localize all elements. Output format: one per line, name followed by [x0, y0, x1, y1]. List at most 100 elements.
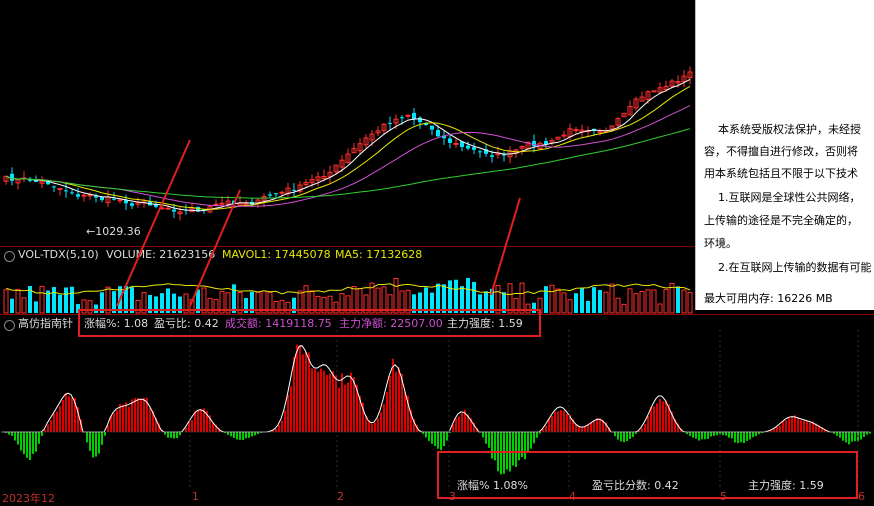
candle-body [561, 134, 567, 137]
volume-bar [70, 286, 74, 313]
indicator-bar [377, 418, 379, 432]
indicator-bar [428, 432, 430, 441]
indicator-bar [809, 422, 811, 432]
disclaimer-line-6: 环境。 [704, 237, 737, 250]
indicator-bar [29, 432, 31, 461]
indicator-bar [563, 410, 565, 432]
indicator-bar [89, 432, 91, 451]
candle-body [430, 125, 434, 130]
indicator-bar [317, 371, 319, 432]
candle-body [159, 207, 165, 210]
indicator-bar [440, 432, 442, 451]
indicator-bar [455, 418, 457, 432]
indicator-bar [737, 432, 739, 444]
indicator-bar [725, 432, 727, 436]
indicator-bar [50, 420, 52, 432]
indicator-bar [299, 344, 301, 432]
candle-body [436, 130, 440, 137]
disclaimer-dialog[interactable]: 本系统受版权法保护，未经授 容，不得擅自进行修改，否则将 用本系统包括且不限于以… [695, 0, 874, 310]
indicator-bar [530, 432, 532, 449]
volume-bar [561, 292, 567, 314]
indicator-bar [662, 401, 664, 432]
disclaimer-line-7: 2.在互联网上传输的数据有可能 [718, 261, 872, 274]
indicator-bar [11, 432, 13, 436]
indicator-bar [278, 425, 280, 432]
header-highlight-box [78, 309, 541, 337]
indicator-bar [545, 425, 547, 432]
indicator-bar [842, 432, 844, 441]
candle-body [112, 198, 116, 200]
bottom-zf: 涨幅% 1.08% [457, 479, 528, 492]
indicator-bar [752, 432, 754, 438]
indicator-bar [41, 432, 43, 436]
indicator-bar [311, 368, 313, 432]
indicator-bar [302, 354, 304, 432]
indicator-bar [149, 407, 151, 432]
indicator-bar [365, 416, 367, 432]
moving-average-line [5, 78, 691, 212]
bottom-zlqd: 主力强度: 1.59 [748, 479, 824, 492]
candle-body [478, 151, 482, 153]
indicator-bar [692, 432, 694, 438]
indicator-bar [458, 416, 460, 432]
indicator-bar [314, 369, 316, 432]
candle-body [453, 142, 459, 145]
indicator-bar [326, 375, 328, 432]
indicator-name[interactable]: 高仿指南针 [18, 317, 73, 331]
indicator-bar [698, 432, 700, 441]
indicator-bar [404, 392, 406, 432]
indicator-bar [704, 432, 706, 440]
volume-bar [663, 288, 669, 314]
indicator-bar [836, 432, 838, 436]
volume-bar [466, 277, 470, 313]
indicator-bar [533, 432, 535, 444]
indicator-bar [17, 432, 19, 445]
indicator-bar [398, 367, 400, 432]
indicator-bar [536, 432, 538, 438]
indicator-bar [560, 409, 562, 432]
indicator-bar [95, 432, 97, 457]
candle-body [466, 145, 470, 149]
indicator-bar [131, 399, 133, 432]
indicator-bar [92, 432, 94, 458]
indicator-bar [110, 416, 112, 432]
indicator-bar [431, 432, 433, 444]
indicator-bar [191, 420, 193, 432]
indicator-bar [728, 432, 730, 438]
indicator-bar [656, 403, 658, 432]
disclaimer-line-4: 1.互联网是全球性公共网络， [718, 191, 861, 204]
indicator-bar [56, 411, 58, 432]
candle-body [100, 197, 104, 201]
indicator-bar [437, 432, 439, 449]
indicator-bar [485, 432, 487, 444]
indicator-bar [44, 429, 46, 432]
indicator-bar [527, 432, 529, 453]
volume-ma-line [5, 283, 691, 296]
indicator-bar [98, 432, 100, 454]
indicator-bar [338, 387, 340, 432]
indicator-bar [446, 432, 448, 441]
indicator-bar [275, 428, 277, 432]
indicator-bar [695, 432, 697, 439]
indicator-bar [623, 432, 625, 442]
indicator-bar [344, 384, 346, 432]
x-tick-6: 6 [858, 490, 865, 503]
indicator-bar [251, 432, 253, 437]
candle-body [544, 141, 548, 145]
indicator-bar [386, 392, 388, 432]
indicator-bar [335, 375, 337, 432]
volume-bar [633, 293, 639, 314]
volume-bar [598, 289, 602, 313]
indicator-bar [665, 400, 667, 432]
volume-bar [549, 284, 555, 314]
indicator-bar [647, 416, 649, 432]
indicator-bar [707, 432, 709, 439]
indicator-bar [566, 413, 568, 432]
indicator-bar [143, 397, 145, 432]
indicator-bar [392, 358, 394, 432]
indicator-bar [239, 432, 241, 440]
indicator-bar [35, 432, 37, 452]
indicator-bar [482, 432, 484, 438]
indicator-bar [806, 421, 808, 432]
indicator-bar [230, 432, 232, 437]
